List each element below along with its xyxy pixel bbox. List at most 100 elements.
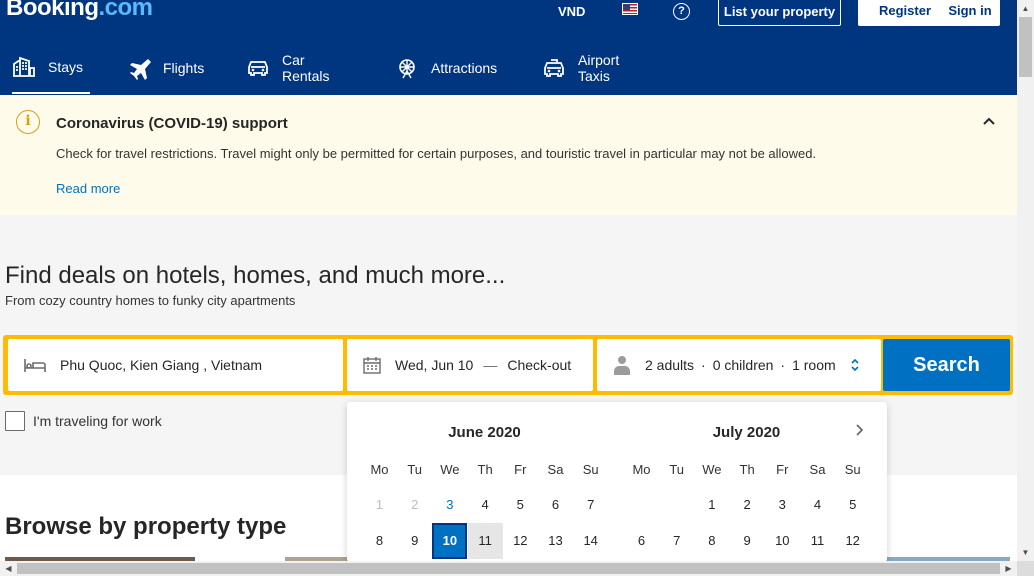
car-icon — [246, 56, 270, 80]
scroll-thumb[interactable] — [1019, 17, 1032, 77]
checkbox-label: I'm traveling for work — [33, 413, 162, 429]
horizontal-scrollbar[interactable]: ◀ ▶ — [0, 561, 1017, 576]
taxi-icon — [542, 56, 566, 80]
read-more-link[interactable]: Read more — [56, 181, 120, 196]
calendar-day[interactable]: 6 — [538, 487, 573, 523]
info-icon: i — [16, 110, 40, 134]
weekday-header: Sa — [809, 462, 826, 477]
chevron-up-icon[interactable] — [980, 113, 998, 131]
bed-icon — [24, 357, 46, 373]
destination-input[interactable]: Phu Quoc, Kien Giang , Vietnam — [8, 339, 343, 391]
calendar-day[interactable]: 9 — [730, 523, 765, 559]
page-title: Find deals on hotels, homes, and much mo… — [5, 262, 506, 289]
search-bar: Phu Quoc, Kien Giang , Vietnam Wed, Jun … — [3, 335, 1013, 395]
calendar-day[interactable]: 6 — [624, 523, 659, 559]
page-subtitle: From cozy country homes to funky city ap… — [5, 293, 296, 308]
calendar-day[interactable]: 11 — [467, 523, 503, 559]
help-icon[interactable]: ? — [673, 3, 690, 20]
calendar-day[interactable]: 7 — [659, 523, 694, 559]
covid-banner: i Coronavirus (COVID-19) support Check f… — [0, 95, 1017, 215]
weekday-header: Th — [477, 462, 493, 477]
calendar-day[interactable]: 14 — [573, 523, 608, 559]
weekday-header: Sa — [547, 462, 564, 477]
calendar-day[interactable]: 5 — [835, 487, 870, 523]
date-picker: June 2020 Mo Tu We Th Fr Sa Su 1 2 3 4 5 6 7 8 9 10 11 12 13… — [347, 402, 887, 562]
weekday-header: Tu — [669, 462, 685, 477]
calendar-day[interactable]: 10 — [432, 523, 468, 559]
weekday-header: Mo — [632, 462, 651, 477]
booking-logo[interactable]: Booking.com — [6, 0, 153, 22]
scroll-left-arrow-icon[interactable]: ◀ — [0, 561, 17, 576]
nav-flights[interactable]: Flights — [127, 42, 204, 94]
person-icon — [613, 355, 631, 375]
weekday-header: We — [440, 462, 460, 477]
sign-in-button[interactable]: Sign in — [940, 0, 1000, 26]
weekday-header: We — [702, 462, 722, 477]
calendar-day[interactable]: 3 — [432, 487, 467, 523]
adults-value: 2 adults — [645, 357, 695, 373]
checkin-value: Wed, Jun 10 — [395, 357, 474, 373]
weekday-header: Th — [739, 462, 755, 477]
calendar-day[interactable]: 2 — [397, 487, 432, 523]
checkout-placeholder: Check-out — [507, 357, 572, 373]
month-title: July 2020 — [712, 424, 781, 441]
calendar-day[interactable]: 9 — [397, 523, 432, 559]
nav-label: Flights — [163, 60, 205, 76]
nav-stays[interactable]: Stays — [12, 42, 90, 94]
search-button[interactable]: Search — [883, 339, 1010, 391]
nav-label: Stays — [48, 59, 84, 75]
site-header: Booking.com VND ? List your property Reg… — [0, 0, 1017, 95]
weekday-header: Fr — [514, 462, 527, 477]
calendar-day[interactable]: 8 — [694, 523, 729, 559]
calendar-day[interactable]: 11 — [800, 523, 835, 559]
date-separator: — — [483, 357, 498, 373]
calendar-day[interactable]: 4 — [800, 487, 835, 523]
nav-label: Car Rentals — [282, 52, 330, 84]
children-value: 0 children — [712, 357, 774, 373]
weekday-header: Su — [582, 462, 599, 477]
destination-value: Phu Quoc, Kien Giang , Vietnam — [60, 357, 263, 373]
separator: · — [780, 357, 786, 373]
nav-airport-taxis[interactable]: Airport Taxis — [542, 42, 619, 94]
separator: · — [701, 357, 706, 373]
weekday-header: Tu — [407, 462, 423, 477]
list-property-button[interactable]: List your property — [718, 0, 841, 26]
calendar-day[interactable]: 7 — [573, 487, 608, 523]
us-flag-icon[interactable] — [622, 3, 638, 15]
section-title: Browse by property type — [5, 513, 287, 540]
weekday-header: Fr — [776, 462, 789, 477]
calendar-day[interactable]: 4 — [468, 487, 503, 523]
ferris-wheel-icon — [395, 56, 419, 80]
scroll-thumb[interactable] — [17, 563, 1000, 574]
calendar-day[interactable]: 5 — [503, 487, 538, 523]
calendar-day[interactable]: 3 — [765, 487, 800, 523]
guests-selector[interactable]: 2 adults · 0 children · 1 room — [597, 339, 881, 391]
nav-car-rentals[interactable]: Car Rentals — [246, 42, 329, 94]
scroll-down-arrow-icon[interactable]: ▼ — [1017, 544, 1034, 561]
calendar-day[interactable]: 1 — [694, 487, 729, 523]
plane-icon — [127, 56, 151, 80]
rooms-value: 1 room — [792, 357, 836, 373]
calendar-day[interactable]: 2 — [730, 487, 765, 523]
register-button[interactable]: Register — [858, 0, 952, 26]
calendar-day[interactable]: 1 — [362, 487, 397, 523]
calendar-day[interactable]: 13 — [538, 523, 573, 559]
calendar-day[interactable]: 12 — [835, 523, 870, 559]
checkbox[interactable] — [5, 411, 25, 431]
up-down-chevron-icon — [850, 358, 860, 372]
weekday-header: Su — [844, 462, 861, 477]
calendar-day[interactable]: 10 — [765, 523, 800, 559]
date-range-input[interactable]: Wed, Jun 10 — Check-out — [347, 339, 593, 391]
scroll-right-arrow-icon[interactable]: ▶ — [1000, 561, 1017, 576]
currency-selector[interactable]: VND — [558, 4, 585, 19]
scroll-up-arrow-icon[interactable]: ▲ — [1017, 0, 1034, 17]
nav-label: Airport Taxis — [578, 52, 620, 84]
nav-attractions[interactable]: Attractions — [395, 42, 497, 94]
calendar-day[interactable]: 12 — [503, 523, 538, 559]
bed-building-icon — [12, 55, 36, 79]
covid-message: Check for travel restrictions. Travel mi… — [56, 146, 817, 161]
calendar-day[interactable]: 8 — [362, 523, 397, 559]
work-travel-checkbox[interactable]: I'm traveling for work — [5, 411, 162, 431]
vertical-scrollbar[interactable]: ▲ ▼ — [1017, 0, 1034, 561]
month-title: June 2020 — [448, 424, 521, 441]
